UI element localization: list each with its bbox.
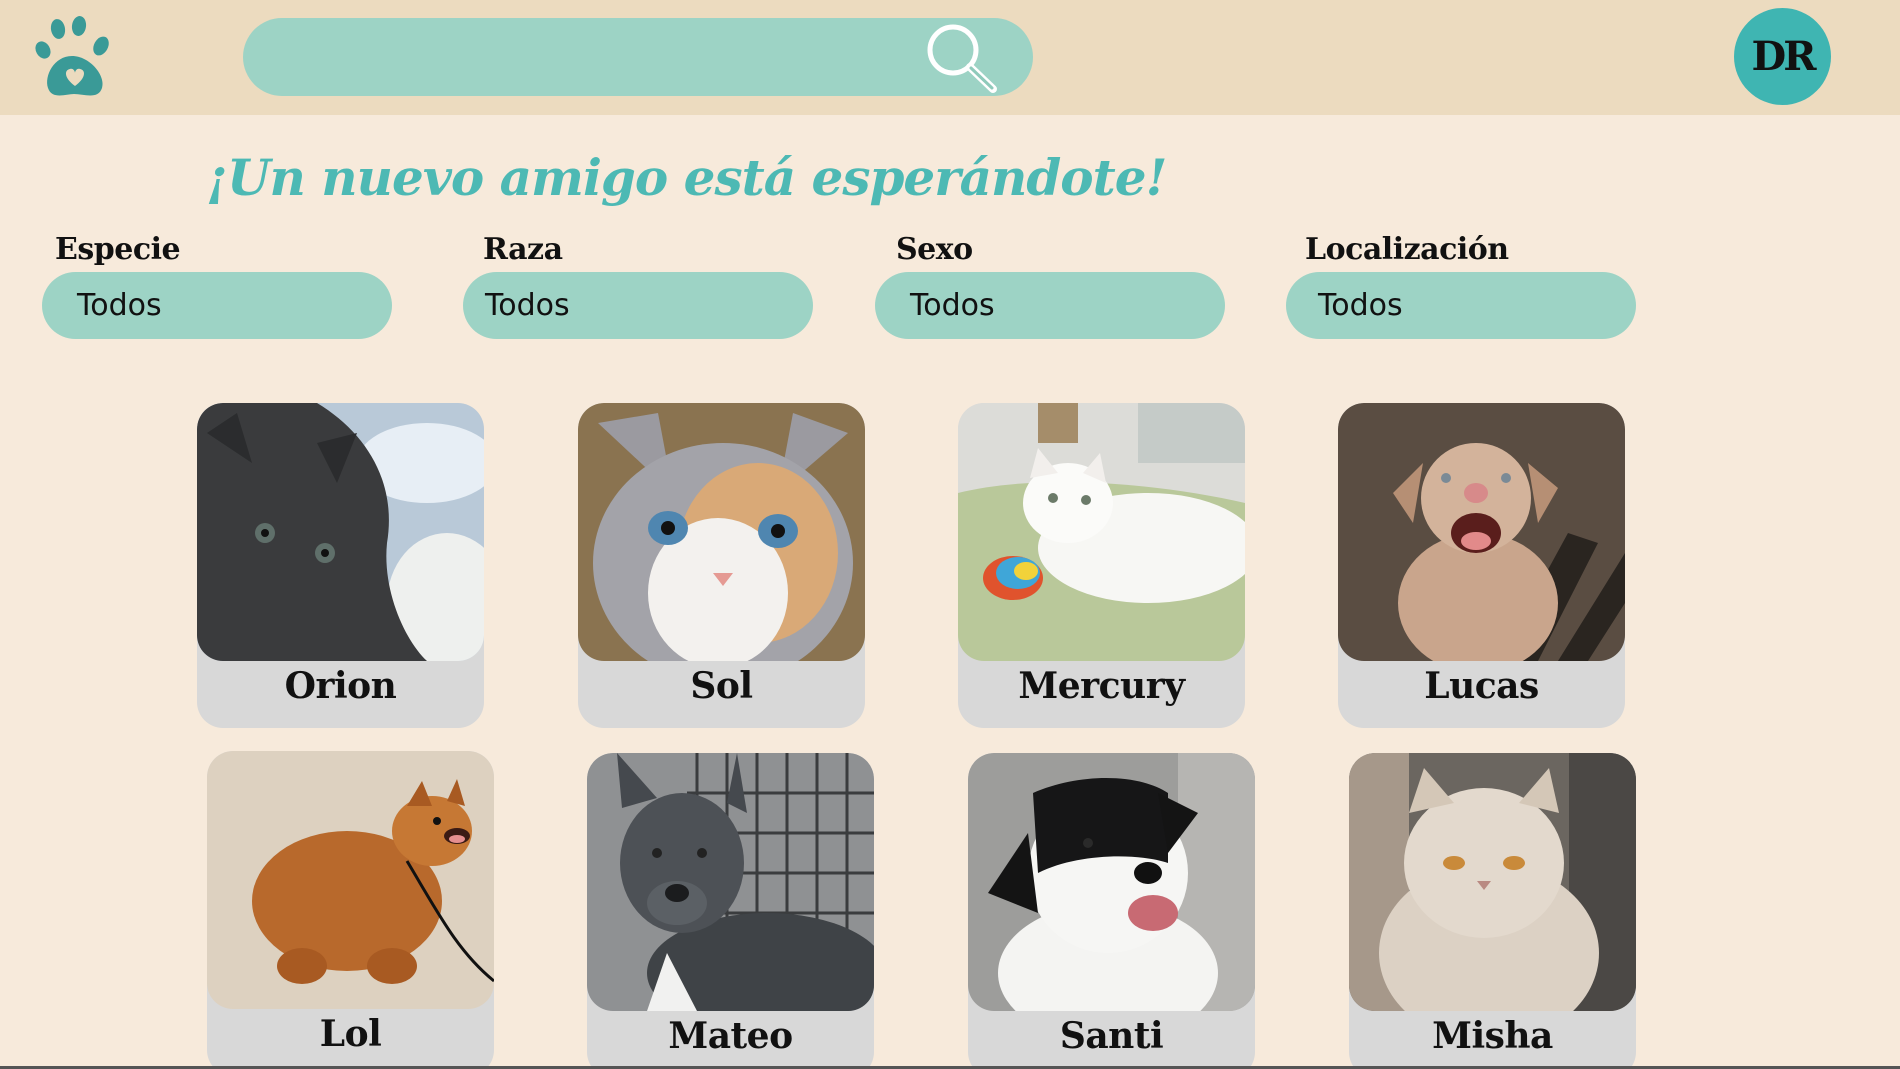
pet-card-lucas[interactable]: Lucas (1338, 403, 1625, 728)
pet-card-mateo[interactable]: Mateo (587, 753, 874, 1069)
pet-name: Misha (1432, 1015, 1553, 1057)
pet-name: Lol (319, 1013, 382, 1055)
pet-photo (197, 403, 484, 661)
page-title: ¡Un nuevo amigo está esperándote! (206, 148, 1168, 207)
pet-card-misha[interactable]: Misha (1349, 753, 1636, 1069)
pet-photo (578, 403, 865, 661)
top-bar: DR (0, 0, 1900, 115)
filter-label-sexo: Sexo (896, 232, 973, 267)
pet-name: Orion (284, 665, 397, 707)
pet-name: Mateo (668, 1015, 793, 1057)
pet-photo (1338, 403, 1625, 661)
pet-name: Sol (690, 665, 753, 707)
search-input[interactable] (273, 18, 933, 96)
pet-photo (587, 753, 874, 1011)
pet-card-mercury[interactable]: Mercury (958, 403, 1245, 728)
pet-photo (958, 403, 1245, 661)
filter-select-sexo[interactable]: Todos (875, 272, 1225, 339)
pet-card-lol[interactable]: Lol (207, 751, 494, 1069)
filter-label-especie: Especie (55, 232, 181, 267)
user-avatar[interactable]: DR (1734, 8, 1831, 105)
pet-photo (968, 753, 1255, 1011)
pet-card-sol[interactable]: Sol (578, 403, 865, 728)
pet-name: Santi (1059, 1015, 1164, 1057)
pet-name: Lucas (1424, 665, 1539, 707)
filter-label-localizacion: Localización (1305, 232, 1509, 267)
pet-card-santi[interactable]: Santi (968, 753, 1255, 1069)
magnifier-icon[interactable] (920, 20, 1000, 96)
pet-photo (1349, 753, 1636, 1011)
pet-name: Mercury (1018, 665, 1185, 707)
filter-select-especie[interactable]: Todos (42, 272, 392, 339)
filter-select-localizacion[interactable]: Todos (1286, 272, 1636, 339)
pet-photo (207, 751, 494, 1009)
filter-select-raza[interactable]: Todos (463, 272, 813, 339)
pet-card-orion[interactable]: Orion (197, 403, 484, 728)
filter-label-raza: Raza (483, 232, 563, 267)
search-bar[interactable] (243, 18, 1033, 96)
paw-heart-icon[interactable] (34, 16, 116, 100)
